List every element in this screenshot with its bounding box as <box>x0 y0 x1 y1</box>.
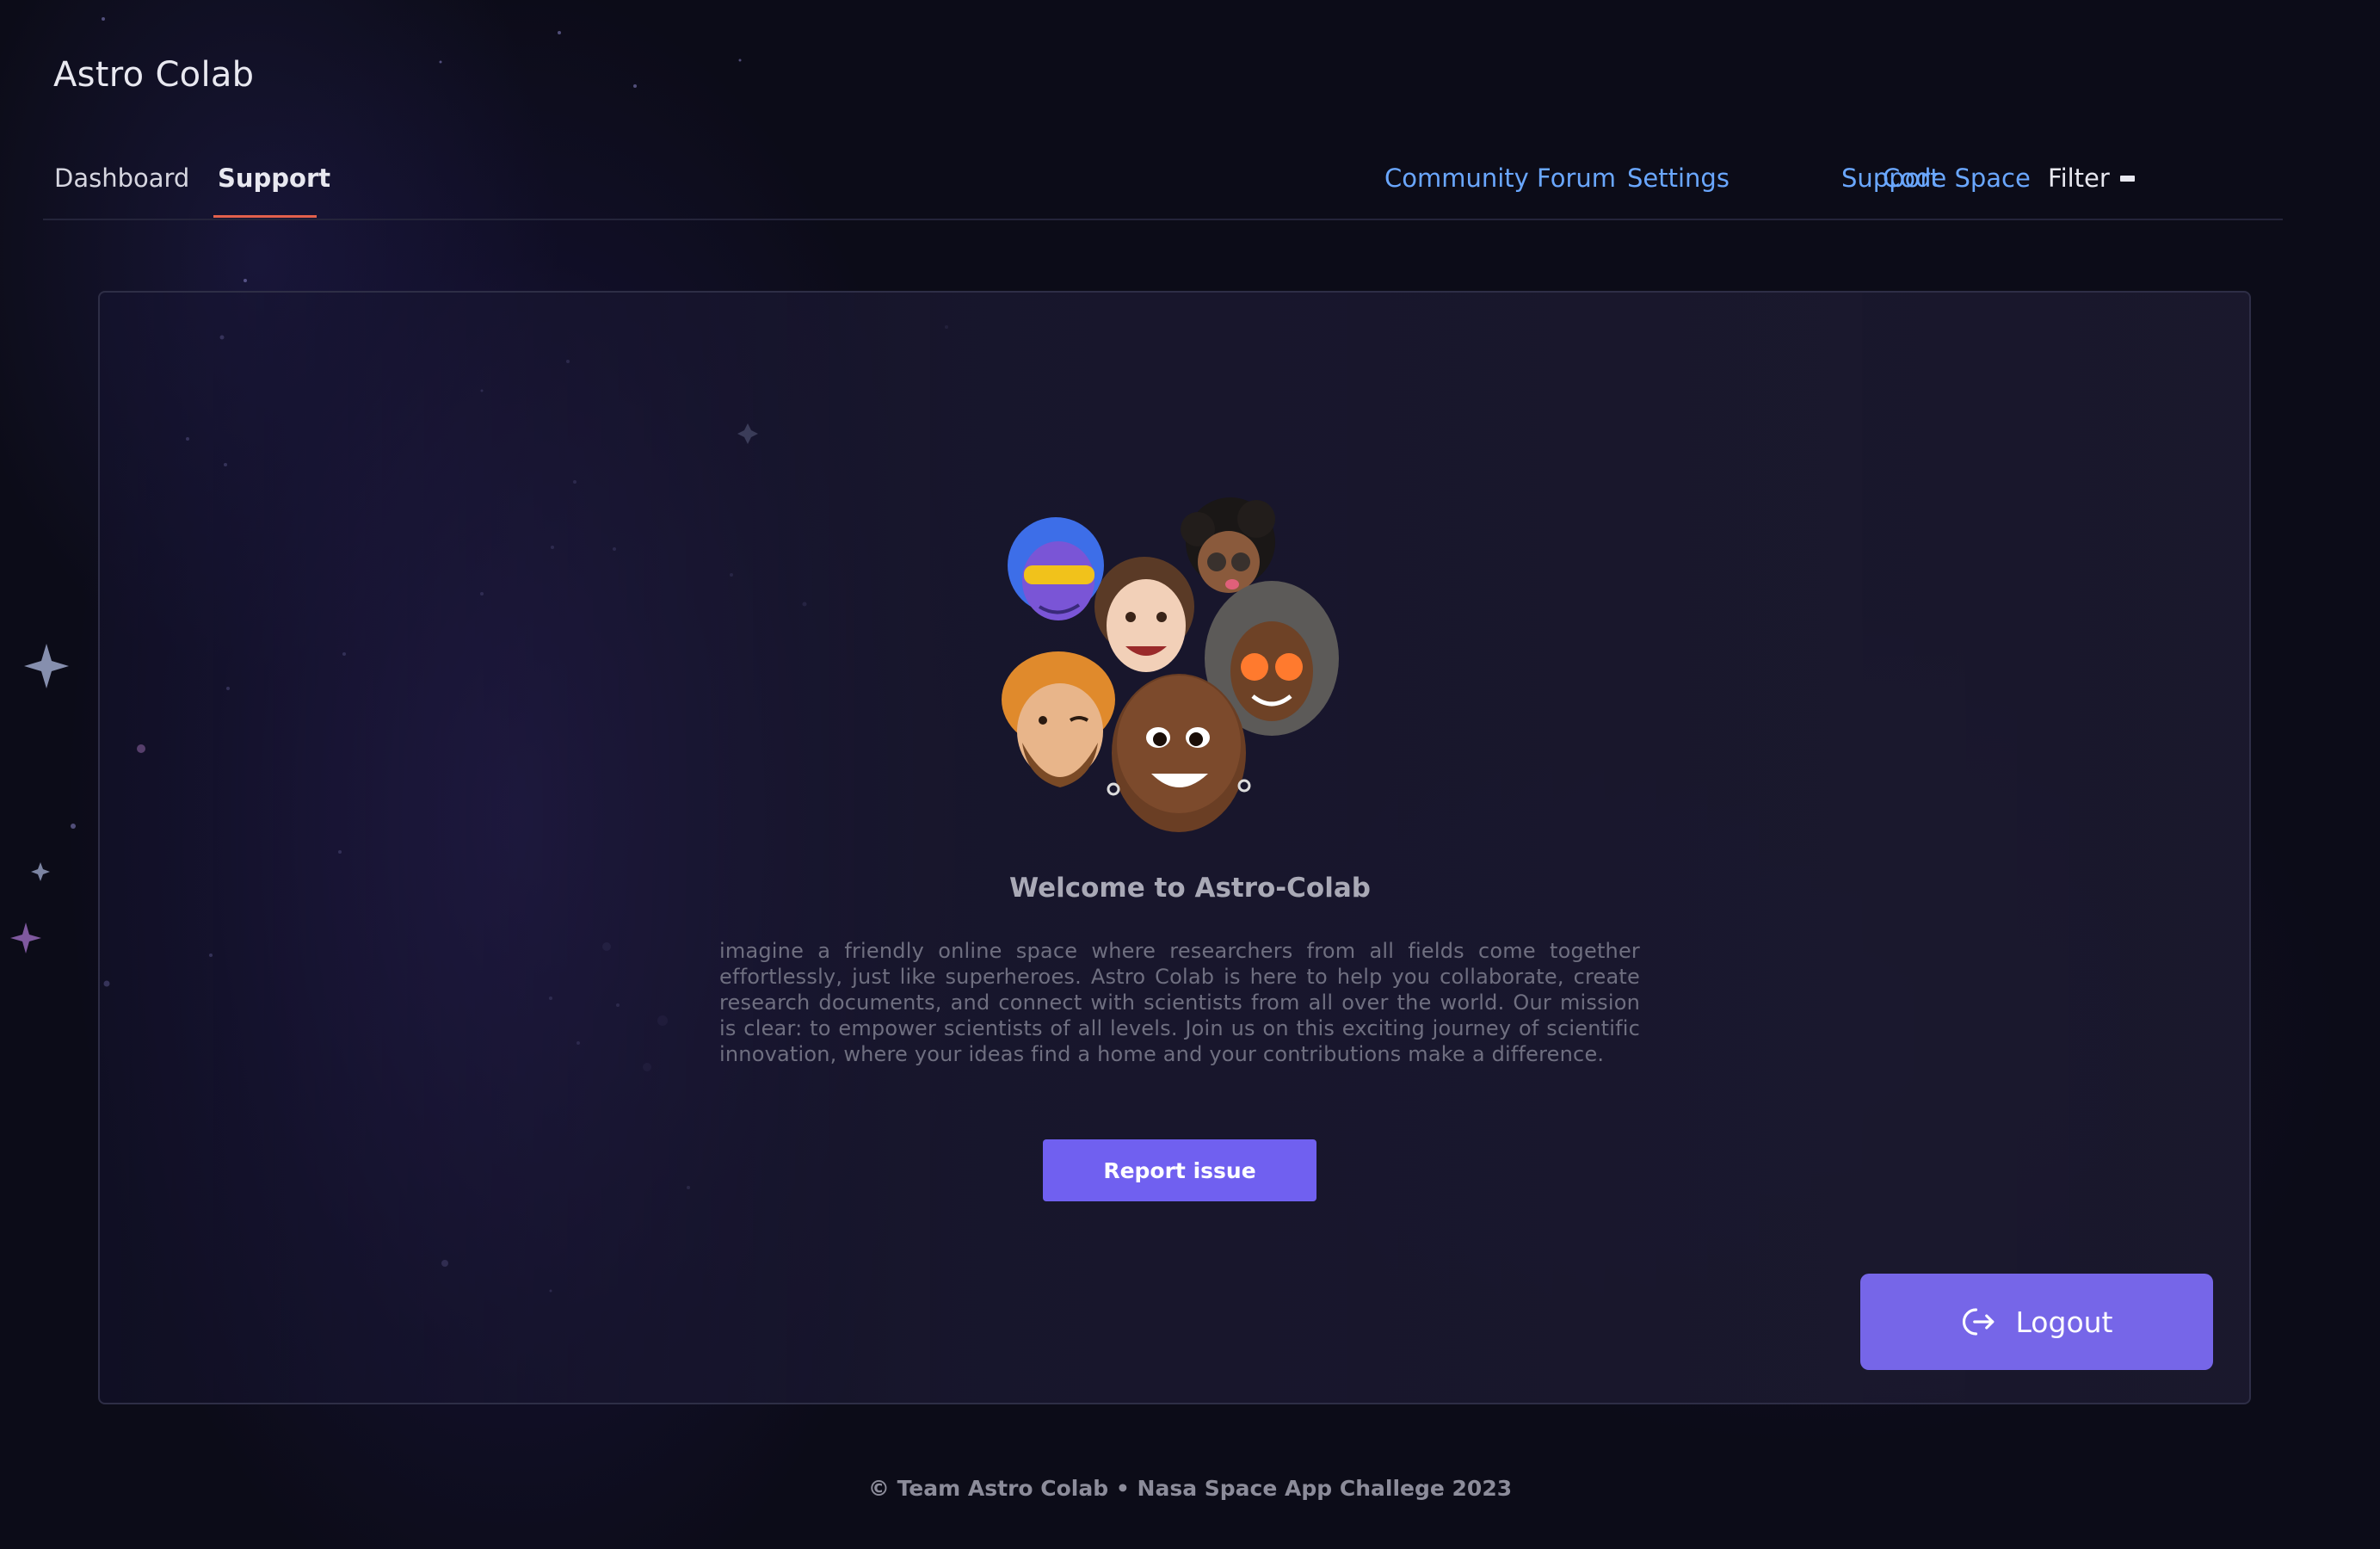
nav-link-settings[interactable]: Settings <box>1627 164 1730 193</box>
welcome-description: imagine a friendly online space where re… <box>719 939 1640 1066</box>
app-brand: Astro Colab <box>53 55 255 95</box>
avatar-curly-hair <box>1181 497 1275 593</box>
filter-toggle[interactable]: Filter <box>2048 164 2135 193</box>
avatar-blue-hair <box>1008 517 1104 620</box>
active-tab-indicator <box>213 215 317 218</box>
avatar-orange-turban <box>1002 651 1115 787</box>
footer-copyright: © Team Astro Colab • Nasa Space App Chal… <box>867 1476 1513 1501</box>
filter-label: Filter <box>2048 164 2110 193</box>
welcome-title: Welcome to Astro-Colab <box>1009 873 1371 904</box>
report-issue-button[interactable]: Report issue <box>1043 1139 1316 1201</box>
tab-support[interactable]: Support <box>218 164 330 193</box>
nav-link-community-forum[interactable]: Community Forum <box>1384 164 1616 193</box>
tab-dashboard[interactable]: Dashboard <box>54 164 189 193</box>
logout-button[interactable]: Logout <box>1860 1274 2213 1370</box>
avatar-brown-curls <box>1094 557 1194 672</box>
nav-link-code-space[interactable]: Code Space <box>1883 164 2031 193</box>
top-navigation: Dashboard Support Community Forum Settin… <box>43 145 2283 220</box>
filter-minus-icon <box>2119 175 2135 182</box>
memoji-group-illustration <box>1002 497 1339 832</box>
logout-label: Logout <box>2015 1305 2113 1339</box>
support-card <box>98 291 2251 1404</box>
logout-icon <box>1962 1308 1994 1336</box>
